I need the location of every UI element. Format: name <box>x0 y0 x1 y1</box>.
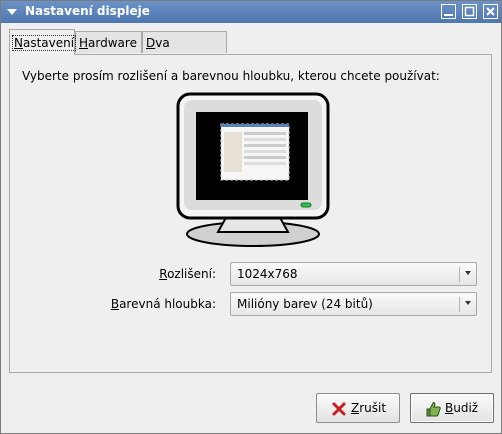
thumbs-up-icon <box>426 402 441 417</box>
cancel-button[interactable]: Zrušit <box>316 393 400 423</box>
tab-nastaveni[interactable]: Nastavení <box>9 29 77 55</box>
combo-separator <box>459 297 460 312</box>
window-title: Nastavení displeje <box>25 4 150 18</box>
resolution-label: Rozlišení: <box>159 267 216 281</box>
minimize-icon[interactable] <box>441 4 456 19</box>
combo-separator <box>459 267 460 282</box>
window-menu-icon[interactable] <box>5 5 19 19</box>
tab-hardware[interactable]: Hardware <box>75 31 142 53</box>
chevron-down-icon <box>465 271 471 275</box>
maximize-icon[interactable] <box>462 4 477 19</box>
resolution-value: 1024x768 <box>237 267 298 281</box>
display-settings-window: Nastavení displeje Nastavení Hardware Dv… <box>0 0 502 434</box>
tab-dva-monitory[interactable]: Dva monitory <box>142 31 227 72</box>
x-icon <box>332 402 346 416</box>
ok-button[interactable]: Budiž <box>410 393 494 423</box>
chevron-down-icon <box>465 301 471 305</box>
color-depth-value: Milióny barev (24 bitů) <box>237 297 373 311</box>
color-depth-combo[interactable]: Milióny barev (24 bitů) <box>230 292 477 316</box>
instruction-text: Vyberte prosím rozlišení a barevnou hlou… <box>22 69 440 83</box>
color-depth-label: Barevná hloubka: <box>110 297 216 311</box>
resolution-combo[interactable]: 1024x768 <box>230 262 477 286</box>
title-bar: Nastavení displeje <box>1 1 501 23</box>
settings-panel: Vyberte prosím rozlišení a barevnou hlou… <box>9 54 492 373</box>
monitor-illustration <box>176 92 330 247</box>
close-icon[interactable] <box>483 4 498 19</box>
